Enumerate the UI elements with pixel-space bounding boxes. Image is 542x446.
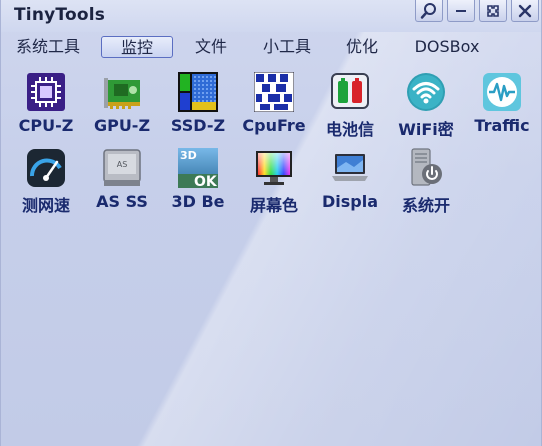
tool-label: CpuFre bbox=[242, 116, 306, 135]
menu-optimize[interactable]: 优化 bbox=[341, 36, 383, 58]
ssd-z-icon bbox=[178, 72, 218, 112]
tool-label: 电池信 bbox=[325, 120, 374, 139]
tool-battery[interactable]: 电池信 bbox=[314, 72, 386, 144]
traffic-monitor-icon bbox=[483, 73, 521, 111]
minimize-button[interactable] bbox=[447, 0, 475, 22]
menu-dosbox[interactable]: DOSBox bbox=[407, 36, 487, 58]
3d-benchmark-icon: 3D OK bbox=[178, 148, 218, 188]
tool-label: SSD-Z bbox=[170, 116, 226, 135]
search-icon bbox=[420, 2, 436, 19]
close-icon bbox=[518, 4, 532, 17]
tool-system-power[interactable]: 系统开 bbox=[390, 148, 462, 220]
cpu-z-icon bbox=[27, 73, 65, 111]
tool-traffic[interactable]: Traffic bbox=[466, 72, 538, 144]
tool-cpu-frequency[interactable]: CpuFre bbox=[238, 72, 310, 144]
display-icon bbox=[332, 154, 368, 181]
tool-label: Displa bbox=[321, 192, 379, 211]
tool-3d-benchmark[interactable]: 3D OK 3D Be bbox=[162, 148, 234, 220]
minimize-icon bbox=[456, 9, 466, 12]
gpu-z-icon bbox=[104, 78, 140, 109]
tool-label: 系统开 bbox=[401, 196, 450, 215]
close-button[interactable] bbox=[511, 0, 539, 22]
system-power-icon bbox=[411, 148, 442, 186]
tool-label: WiFi密 bbox=[398, 120, 454, 139]
tool-gpu-z[interactable]: GPU-Z bbox=[86, 72, 158, 144]
tool-net-speed[interactable]: 测网速 bbox=[10, 148, 82, 220]
cpu-frequency-icon bbox=[254, 72, 294, 112]
screen-color-icon bbox=[256, 151, 292, 185]
menu-file[interactable]: 文件 bbox=[189, 36, 233, 58]
pin-icon bbox=[487, 4, 499, 17]
tool-as-ssd[interactable]: AS AS SS bbox=[86, 148, 158, 220]
tool-display[interactable]: Displa bbox=[314, 148, 386, 220]
tool-wifi-password[interactable]: WiFi密 bbox=[390, 72, 462, 144]
window-title: TinyTools bbox=[14, 5, 106, 25]
as-ssd-icon: AS bbox=[103, 149, 141, 186]
tool-label: GPU-Z bbox=[93, 116, 151, 135]
tool-screen-color[interactable]: 屏幕色 bbox=[238, 148, 310, 220]
menu-system-tools[interactable]: 系统工具 bbox=[11, 36, 85, 58]
tool-ssd-z[interactable]: SSD-Z bbox=[162, 72, 234, 144]
pin-button[interactable] bbox=[479, 0, 507, 22]
tool-label: 3D Be bbox=[171, 192, 225, 211]
window-controls bbox=[415, 0, 539, 22]
title-bar[interactable]: TinyTools bbox=[1, 0, 541, 32]
tool-cpu-z[interactable]: CPU-Z bbox=[10, 72, 82, 144]
menu-monitor[interactable]: 监控 bbox=[101, 36, 173, 58]
app-window: TinyTools 系统工具 监控 文件 小工具 优化 DOSBox CPU-Z… bbox=[0, 0, 542, 446]
search-button[interactable] bbox=[415, 0, 443, 22]
wifi-icon bbox=[407, 73, 445, 111]
svg-text:OK: OK bbox=[194, 174, 218, 188]
speedometer-icon bbox=[27, 149, 65, 187]
svg-text:3D: 3D bbox=[180, 149, 197, 162]
tool-label: Traffic bbox=[474, 116, 530, 135]
tool-label: 测网速 bbox=[21, 196, 70, 215]
tool-label: CPU-Z bbox=[18, 116, 74, 135]
svg-text:AS: AS bbox=[117, 160, 128, 169]
tool-label: 屏幕色 bbox=[249, 196, 298, 215]
battery-icon bbox=[331, 73, 369, 109]
tool-label: AS SS bbox=[96, 192, 148, 211]
menu-small-tools[interactable]: 小工具 bbox=[257, 36, 317, 58]
